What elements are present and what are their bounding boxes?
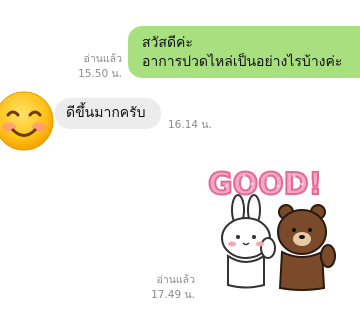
message-text: ดีขึ้นมากครับ [66,105,146,121]
message-line: อาการปวดไหล่เป็นอย่างไรบ้างค่ะ [142,54,343,70]
message-time: 15.50 น. [78,68,122,80]
read-label: อ่านแล้ว [83,53,122,65]
read-receipt: อ่านแล้ว 17.49 น. [120,273,195,302]
sticker-text: GOOD! [208,167,322,202]
message-line: สวัสดีค่ะ [142,35,193,51]
incoming-message-bubble[interactable]: ดีขึ้นมากครับ [55,98,161,129]
read-receipt: อ่านแล้ว 15.50 น. [42,52,122,81]
message-time: 17.49 น. [151,289,195,301]
message-time: 16.14 น. [168,119,212,131]
read-label: อ่านแล้ว [156,274,195,286]
outgoing-message-bubble[interactable]: สวัสดีค่ะ อาการปวดไหล่เป็นอย่างไรบ้างค่ะ [128,26,360,78]
smiling-face-emoji-icon[interactable] [0,89,56,153]
good-sticker-bear-bunny-icon[interactable]: GOOD! [206,160,346,295]
